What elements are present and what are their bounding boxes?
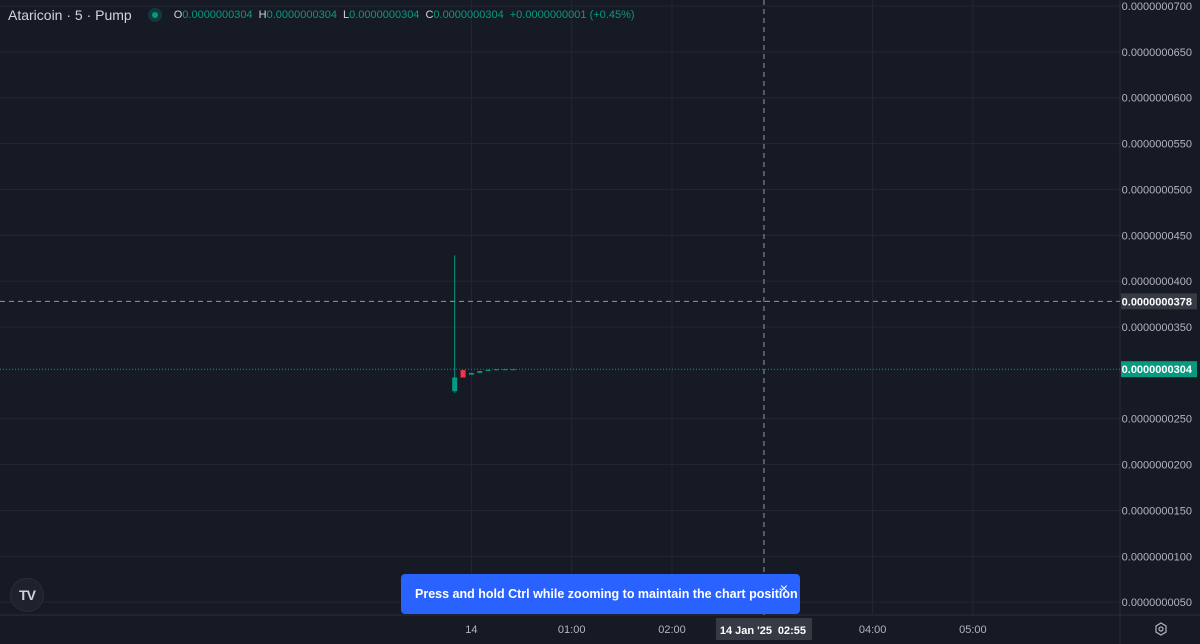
close-value: 0.0000000304 bbox=[433, 9, 504, 21]
y-tick-label: 0.0000000450 bbox=[1122, 230, 1192, 242]
change-value: +0.0000000001 (+0.45%) bbox=[509, 9, 635, 21]
grid-lines bbox=[0, 0, 1120, 615]
axes: 0.00000007000.00000006500.00000006000.00… bbox=[0, 0, 1200, 644]
zoom-hint-toast: Press and hold Ctrl while zooming to mai… bbox=[401, 574, 800, 614]
high-value: 0.0000000304 bbox=[266, 9, 337, 21]
x-tick-label: 04:00 bbox=[859, 624, 887, 636]
candle-body bbox=[452, 377, 458, 392]
open-key: O bbox=[173, 9, 183, 21]
ohlc-values: O0.0000000304 H0.0000000304 L0.000000030… bbox=[174, 9, 635, 21]
y-tick-label: 0.0000000550 bbox=[1122, 139, 1192, 151]
price-chart[interactable]: 0.00000007000.00000006500.00000006000.00… bbox=[0, 0, 1200, 644]
y-tick-label: 0.0000000650 bbox=[1122, 47, 1192, 59]
last-price-label: 0.0000000304 bbox=[1122, 364, 1193, 376]
x-tick-label: 01:00 bbox=[558, 624, 586, 636]
y-tick-label: 0.0000000250 bbox=[1122, 414, 1192, 426]
candles bbox=[452, 255, 516, 394]
close-icon[interactable]: × bbox=[776, 580, 792, 596]
crosshair-overlay: 0.0000000378 0.0000000304 14 Jan '25 02:55 bbox=[0, 0, 1197, 640]
candle-body bbox=[485, 370, 491, 372]
open-value: 0.0000000304 bbox=[182, 9, 253, 21]
crosshair-time-clock: 02:55 bbox=[778, 625, 806, 637]
chart-legend: Ataricoin · 5 · Pump O0.0000000304 H0.00… bbox=[8, 6, 635, 24]
high-key: H bbox=[258, 9, 267, 21]
y-tick-label: 0.0000000100 bbox=[1122, 551, 1192, 563]
y-tick-label: 0.0000000200 bbox=[1122, 460, 1192, 472]
crosshair-time-date: 14 Jan '25 bbox=[720, 625, 772, 637]
y-tick-label: 0.0000000050 bbox=[1122, 597, 1192, 609]
x-tick-label: 02:00 bbox=[658, 624, 686, 636]
tradingview-logo-icon[interactable]: TV bbox=[10, 578, 44, 612]
y-tick-label: 0.0000000400 bbox=[1122, 276, 1192, 288]
market-status-icon bbox=[147, 8, 162, 22]
x-tick-label: 14 bbox=[465, 624, 477, 636]
toast-message: Press and hold Ctrl while zooming to mai… bbox=[415, 587, 798, 601]
candle-body bbox=[477, 371, 483, 373]
y-tick-label: 0.0000000350 bbox=[1122, 322, 1192, 334]
y-tick-label: 0.0000000150 bbox=[1122, 505, 1192, 517]
logo-text: TV bbox=[19, 587, 36, 603]
settings-icon[interactable] bbox=[1152, 620, 1170, 638]
x-tick-label: 05:00 bbox=[959, 624, 987, 636]
y-tick-label: 0.0000000500 bbox=[1122, 184, 1192, 196]
candle-body bbox=[460, 370, 466, 378]
crosshair-price-label: 0.0000000378 bbox=[1122, 296, 1192, 308]
y-tick-label: 0.0000000600 bbox=[1122, 93, 1192, 105]
low-value: 0.0000000304 bbox=[349, 9, 420, 21]
y-tick-label: 0.0000000700 bbox=[1122, 1, 1192, 13]
symbol-title[interactable]: Ataricoin · 5 · Pump bbox=[8, 7, 132, 23]
candle-body bbox=[468, 372, 474, 375]
